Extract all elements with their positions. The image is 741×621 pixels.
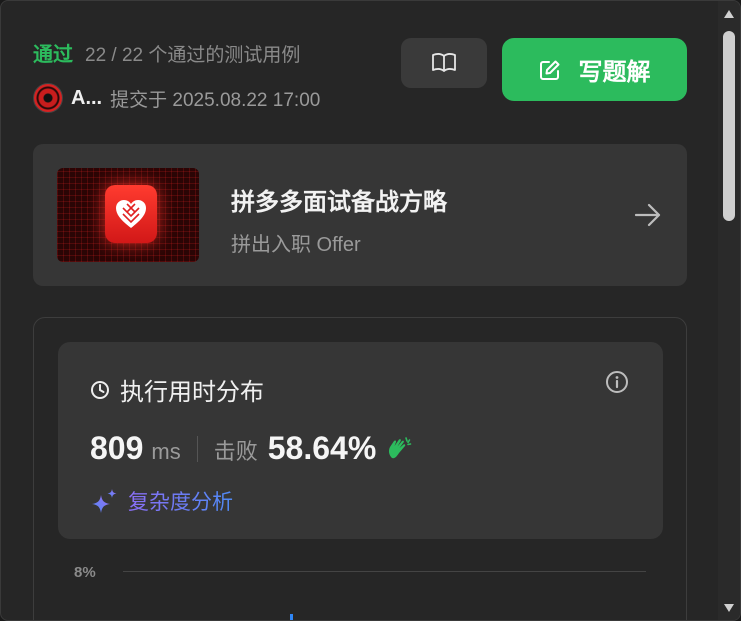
- promo-subtitle: 拼出入职 Offer: [231, 234, 361, 256]
- runtime-title: 执行用时分布: [120, 379, 264, 406]
- runtime-header: 执行用时分布: [90, 372, 264, 407]
- beat-label: 击败: [213, 439, 258, 464]
- edit-icon: [539, 60, 559, 80]
- info-icon[interactable]: [605, 370, 629, 394]
- runtime-unit: ms: [151, 439, 181, 464]
- clock-icon: [91, 380, 109, 399]
- scrollbar-thumb[interactable]: [723, 31, 735, 221]
- notebook-button[interactable]: [401, 38, 487, 88]
- beat-percent: 58.64%: [267, 430, 377, 466]
- scroll-up-arrow-icon[interactable]: [723, 9, 735, 19]
- runtime-distribution-chart: 8%: [34, 558, 688, 620]
- submission-panel: 通过 22 / 22 个通过的测试用例 A... 提交于 2025.08.22 …: [0, 0, 741, 621]
- avatar[interactable]: [33, 83, 63, 113]
- promo-title: 拼多多面试备战方略: [231, 189, 447, 216]
- clap-icon: [389, 436, 412, 458]
- y-tick-label: 8%: [74, 564, 96, 581]
- arrow-right-icon: [634, 203, 661, 227]
- complexity-analysis-label: 复杂度分析: [128, 486, 233, 516]
- runtime-values: 809 ms 击败 58.64%: [90, 430, 412, 467]
- author-line: A... 提交于 2025.08.22 17:00: [33, 83, 320, 113]
- chart-bar[interactable]: [290, 614, 293, 620]
- write-solution-label: 写题解: [578, 59, 651, 86]
- write-solution-button[interactable]: 写题解: [502, 38, 687, 101]
- gridline: [123, 571, 646, 572]
- runtime-card[interactable]: 执行用时分布 809 ms 击败 58.64% 复杂度分析: [58, 342, 663, 539]
- promo-thumbnail: [57, 168, 199, 262]
- vertical-scrollbar[interactable]: [718, 1, 740, 620]
- author-name[interactable]: A...: [71, 87, 102, 110]
- book-icon: [432, 53, 456, 72]
- divider: [196, 435, 198, 462]
- pinduoduo-logo-icon: [105, 185, 157, 243]
- complexity-analysis-link[interactable]: 复杂度分析: [90, 486, 233, 516]
- runtime-value: 809: [90, 430, 144, 466]
- sparkle-icon: [92, 489, 117, 513]
- scroll-down-arrow-icon[interactable]: [723, 603, 735, 613]
- test-cases-count: 22 / 22 个通过的测试用例: [85, 45, 301, 66]
- result-line: 通过 22 / 22 个通过的测试用例: [33, 38, 300, 67]
- submit-time: 提交于 2025.08.22 17:00: [110, 89, 321, 111]
- promo-card[interactable]: 拼多多面试备战方略 拼出入职 Offer: [33, 144, 687, 286]
- performance-section: 执行用时分布 809 ms 击败 58.64% 复杂度分析 8%: [33, 317, 688, 620]
- status-accepted: 通过: [33, 44, 73, 66]
